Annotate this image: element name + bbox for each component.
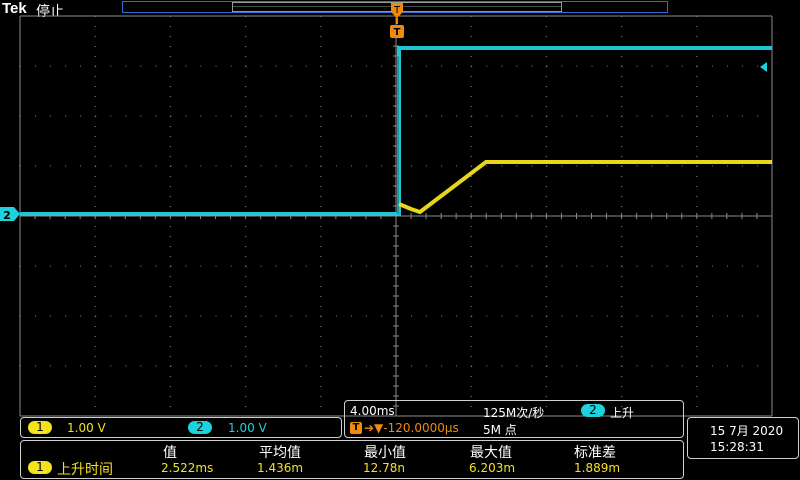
ch2-ground-marker[interactable]: 2: [0, 207, 20, 222]
horizontal-scale: 4.00ms: [350, 404, 395, 418]
date-text: 15 7月 2020: [710, 424, 784, 438]
sample-rate: 125M次/秒: [483, 406, 545, 420]
meas-name: 上升时间: [57, 462, 113, 478]
measurement-panel[interactable]: 值 平均值 最小值 最大值 标准差 1 上升时间 2.522ms 1.436m …: [20, 440, 684, 479]
trigger-level-arrow[interactable]: [760, 62, 767, 72]
meas-header-max: 最大值: [470, 445, 512, 461]
trigger-delay: ➔▼-120.0000μs: [364, 421, 459, 435]
meas-header-value: 值: [163, 445, 177, 461]
ch2-ground-label: 2: [3, 209, 11, 222]
meas-header-mean: 平均值: [259, 445, 301, 461]
ch2-badge[interactable]: 2: [188, 421, 212, 434]
meas-header-min: 最小值: [364, 445, 406, 461]
datetime-panel: 15 7月 2020 15:28:31: [687, 417, 799, 459]
trigger-source-badge: 2: [581, 404, 605, 417]
trigger-delay-icon: T: [350, 422, 362, 434]
channel-scale-panel: 1 1.00 V 2 1.00 V: [20, 417, 342, 438]
trigger-slope: 上升: [610, 406, 635, 420]
record-length: 5M 点: [483, 423, 517, 437]
meas-value: 2.522ms: [161, 461, 214, 475]
meas-min: 12.78n: [363, 461, 405, 475]
time-text: 15:28:31: [710, 440, 764, 454]
meas-mean: 1.436m: [257, 461, 304, 475]
meas-stddev: 1.889m: [574, 461, 621, 475]
ch1-waveform: [398, 160, 772, 215]
meas-source-badge: 1: [28, 461, 52, 474]
trigger-position-marker[interactable]: T T: [390, 3, 404, 38]
svg-text:T: T: [393, 5, 401, 16]
horizontal-panel[interactable]: 4.00ms 125M次/秒 2 上升 T ➔▼-120.0000μs 5M 点: [344, 400, 684, 438]
meas-header-stddev: 标准差: [574, 445, 616, 461]
meas-max: 6.203m: [469, 461, 516, 475]
ch1-scale[interactable]: 1.00 V: [67, 421, 106, 435]
ch2-scale[interactable]: 1.00 V: [228, 421, 267, 435]
trigger-marker-label: T: [394, 27, 401, 38]
ch1-badge[interactable]: 1: [28, 421, 52, 434]
